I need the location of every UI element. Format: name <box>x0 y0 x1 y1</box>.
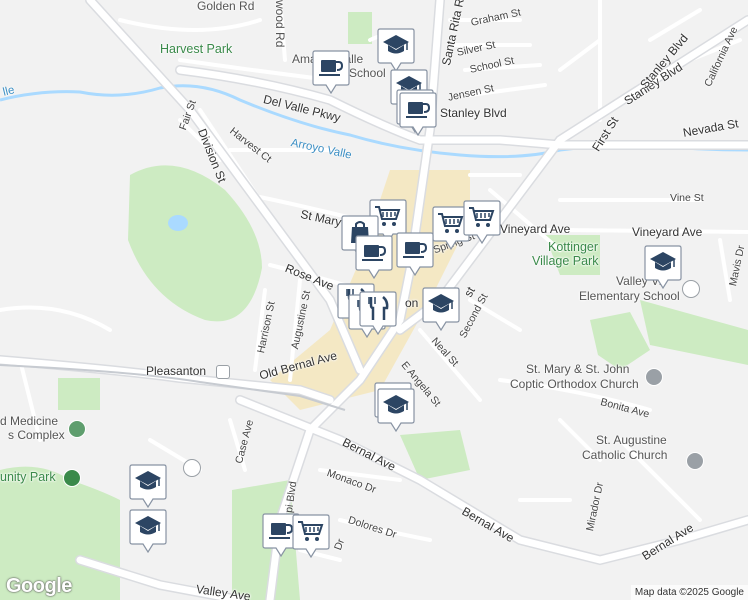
cafe-icon <box>316 52 346 82</box>
map-marker-cafe[interactable] <box>396 231 434 277</box>
shopping-cart-icon <box>436 208 466 238</box>
school-chip-icon[interactable] <box>682 280 700 298</box>
google-logo: Google <box>6 575 72 597</box>
cafe-icon <box>400 234 430 264</box>
park-label-kottinger-1: Kottinger <box>548 240 599 254</box>
map-marker-shopping-cart[interactable] <box>292 513 330 559</box>
school-icon <box>381 390 411 420</box>
school-icon <box>381 30 411 60</box>
poi-label-st-mary-church-1: St. Mary & St. John <box>526 362 630 376</box>
church-chip-icon[interactable] <box>645 368 663 386</box>
park-label-unity-park: unity Park <box>0 470 56 484</box>
poi-label-valley-view-2: Elementary School <box>579 289 680 303</box>
park-label-harvest-park: Harvest Park <box>160 42 233 56</box>
shopping-cart-icon <box>467 202 497 232</box>
map-marker-cafe[interactable] <box>399 91 437 137</box>
road-label-vineyard-ave-1: Vineyard Ave <box>500 222 571 236</box>
map-marker-school[interactable] <box>422 286 460 332</box>
road-label-vine-st: Vine St <box>670 192 704 204</box>
school-icon <box>133 511 163 541</box>
road-label-vineyard-ave-2: Vineyard Ave <box>632 225 703 239</box>
map-marker-school[interactable] <box>377 387 415 433</box>
school-chip-icon[interactable] <box>183 459 201 477</box>
cafe-icon <box>359 237 389 267</box>
school-icon <box>133 466 163 496</box>
restaurant-icon <box>363 293 393 323</box>
poi-label-st-augustine-1: St. Augustine <box>596 433 667 447</box>
place-label-pleasanton: Pleasanton <box>146 364 207 378</box>
map-marker-cafe[interactable] <box>355 234 393 280</box>
label-fragment-on: on <box>405 296 419 310</box>
poi-label-st-mary-church-2: Coptic Orthodox Church <box>510 377 639 391</box>
road-label-wood-rd: wood Rd <box>273 0 287 48</box>
road-label-golden-rd: Golden Rd <box>197 0 255 13</box>
map-marker-restaurant[interactable] <box>359 290 397 336</box>
road-label-stanley-blvd-1: Stanley Blvd <box>440 106 507 120</box>
map-marker-shopping-cart[interactable] <box>463 199 501 245</box>
school-icon <box>426 289 456 319</box>
map-canvas[interactable]: Golden Rd wood Rd Harvest Park Amador Va… <box>0 0 748 600</box>
poi-label-st-augustine-2: Catholic Church <box>582 448 668 462</box>
church-chip-icon[interactable] <box>686 452 704 470</box>
map-marker-school[interactable] <box>644 244 682 290</box>
train-station-icon[interactable] <box>216 365 230 379</box>
park-label-kottinger-2: Village Park <box>532 254 599 268</box>
map-marker-cafe[interactable] <box>312 49 350 95</box>
cafe-icon <box>403 94 433 124</box>
map-marker-school[interactable] <box>129 463 167 509</box>
school-icon <box>648 247 678 277</box>
park-chip-icon[interactable] <box>63 469 81 487</box>
poi-label-medicine-2: s Complex <box>8 428 65 442</box>
medical-chip-icon[interactable] <box>68 420 86 438</box>
map-marker-school[interactable] <box>377 27 415 73</box>
map-marker-school[interactable] <box>129 508 167 554</box>
poi-label-medicine-1: d Medicine <box>0 414 59 428</box>
shopping-cart-icon <box>296 516 326 546</box>
map-attribution: Map data ©2025 Google <box>630 585 748 600</box>
